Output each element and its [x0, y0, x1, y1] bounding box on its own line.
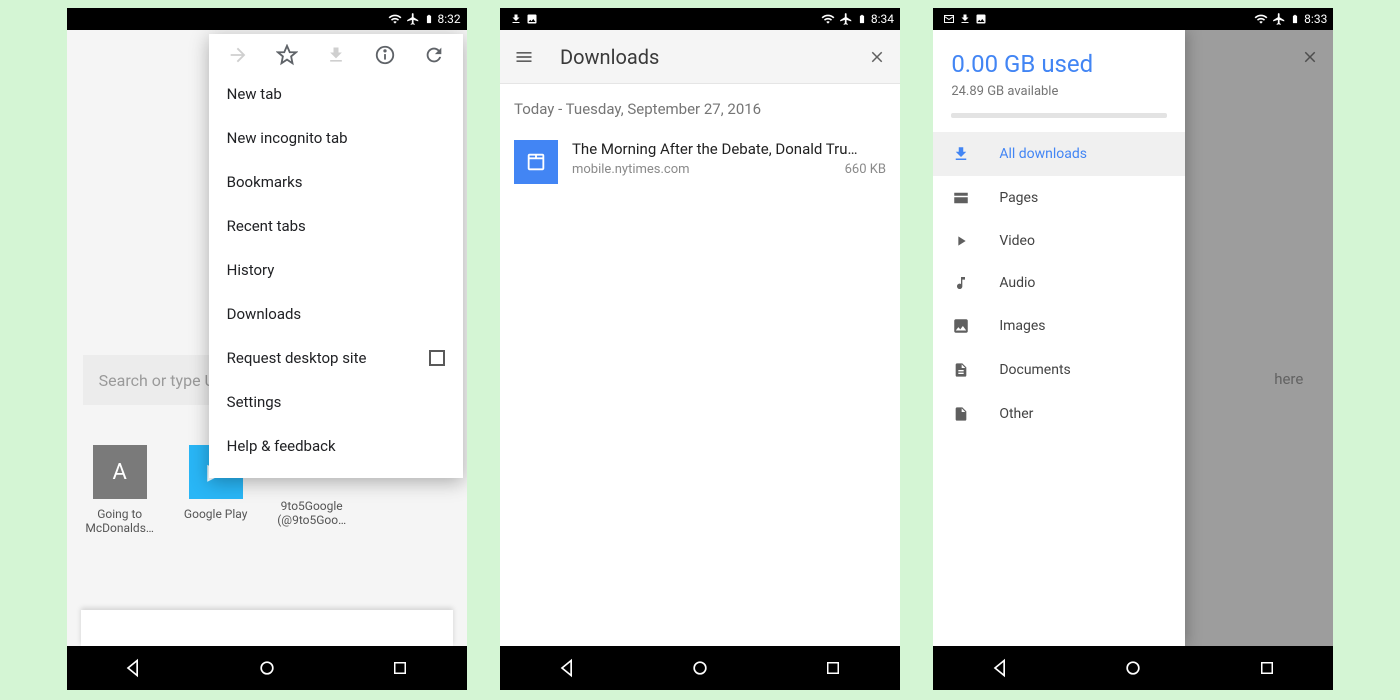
downloads-header: Downloads — [500, 30, 900, 84]
filter-all-downloads[interactable]: All downloads — [933, 132, 1185, 176]
document-icon — [951, 361, 971, 379]
wifi-icon — [821, 12, 835, 26]
wifi-icon — [388, 12, 402, 26]
phone-downloads-list: 8:34 Downloads Today - Tuesday, Septembe… — [500, 8, 900, 690]
menu-downloads[interactable]: Downloads — [209, 292, 463, 336]
download-notif-icon — [510, 13, 522, 25]
menu-recent-tabs[interactable]: Recent tabs — [209, 204, 463, 248]
download-title: The Morning After the Debate, Donald Tru… — [572, 140, 886, 158]
download-size: 660 KB — [845, 162, 886, 177]
menu-settings[interactable]: Settings — [209, 380, 463, 424]
nav-home[interactable] — [1122, 657, 1144, 679]
menu-request-desktop[interactable]: Request desktop site — [209, 336, 463, 380]
tile-label: Google Play — [181, 507, 251, 521]
tile-label: Going to McDonalds… — [85, 507, 155, 535]
filter-images[interactable]: Images — [933, 304, 1185, 348]
downloads-drawer: 0.00 GB used 24.89 GB available All down… — [933, 30, 1185, 646]
date-header: Today - Tuesday, September 27, 2016 — [500, 84, 900, 130]
menu-new-incognito[interactable]: New incognito tab — [209, 116, 463, 160]
tile-icon-letter: A — [93, 445, 147, 499]
hamburger-icon[interactable] — [514, 47, 534, 67]
nav-home[interactable] — [256, 657, 278, 679]
menu-help-feedback[interactable]: Help & feedback — [209, 424, 463, 468]
phone-chrome-menu: 8:32 ~ ~ * Search or type URL A Going to… — [67, 8, 467, 690]
android-navbar — [500, 646, 900, 690]
refresh-icon[interactable] — [423, 44, 445, 66]
star-icon[interactable] — [276, 44, 298, 66]
image-notif-icon — [975, 13, 987, 25]
tile-mcdonalds[interactable]: A Going to McDonalds… — [85, 445, 155, 535]
storage-meter — [951, 113, 1167, 118]
airplane-icon — [1272, 12, 1286, 26]
desktop-checkbox[interactable] — [429, 350, 445, 366]
nav-recents[interactable] — [1256, 657, 1278, 679]
nav-back[interactable] — [989, 657, 1011, 679]
page-thumb-icon — [514, 140, 558, 184]
gmail-notif-icon — [943, 13, 955, 25]
status-time: 8:34 — [871, 12, 894, 26]
download-host: mobile.nytimes.com — [572, 162, 690, 177]
close-icon[interactable] — [868, 48, 886, 66]
status-bar: 8:34 — [500, 8, 900, 30]
filter-documents[interactable]: Documents — [933, 348, 1185, 392]
tile-label: 9to5Google (@9to5Goo… — [277, 499, 347, 527]
audio-icon — [951, 275, 971, 291]
menu-history[interactable]: History — [209, 248, 463, 292]
nav-home[interactable] — [689, 657, 711, 679]
battery-icon — [857, 12, 867, 26]
filter-other[interactable]: Other — [933, 392, 1185, 436]
forward-icon — [227, 44, 249, 66]
menu-new-tab[interactable]: New tab — [209, 72, 463, 116]
battery-icon — [424, 12, 434, 26]
downloads-drawer-screen: here 0.00 GB used 24.89 GB available All… — [933, 30, 1333, 646]
filter-audio[interactable]: Audio — [933, 262, 1185, 304]
phone-downloads-drawer: 8:33 here 0.00 GB used 24.89 GB availabl… — [933, 8, 1333, 690]
download-notif-icon — [959, 13, 971, 25]
info-icon[interactable] — [374, 44, 396, 66]
nav-recents[interactable] — [822, 657, 844, 679]
nav-back[interactable] — [122, 657, 144, 679]
download-icon — [951, 145, 971, 163]
file-icon — [951, 405, 971, 423]
status-bar: 8:33 — [933, 8, 1333, 30]
image-notif-icon — [526, 13, 538, 25]
menu-bookmarks[interactable]: Bookmarks — [209, 160, 463, 204]
download-icon — [325, 44, 347, 66]
nav-recents[interactable] — [389, 657, 411, 679]
android-navbar — [933, 646, 1333, 690]
airplane-icon — [406, 12, 420, 26]
filter-pages[interactable]: Pages — [933, 176, 1185, 220]
overflow-menu: New tab New incognito tab Bookmarks Rece… — [209, 34, 463, 478]
download-item[interactable]: The Morning After the Debate, Donald Tru… — [500, 130, 900, 194]
downloads-screen: Downloads Today - Tuesday, September 27,… — [500, 30, 900, 646]
status-bar: 8:32 — [67, 8, 467, 30]
page-title: Downloads — [560, 45, 659, 69]
wifi-icon — [1254, 12, 1268, 26]
nav-back[interactable] — [556, 657, 578, 679]
airplane-icon — [839, 12, 853, 26]
image-icon — [951, 317, 971, 335]
page-icon — [951, 189, 971, 207]
bottom-card — [81, 610, 453, 646]
status-time: 8:32 — [438, 12, 461, 26]
filter-video[interactable]: Video — [933, 220, 1185, 262]
status-time: 8:33 — [1304, 12, 1327, 26]
chrome-ntp-screen: ~ ~ * Search or type URL A Going to McDo… — [67, 30, 467, 646]
video-icon — [951, 233, 971, 249]
android-navbar — [67, 646, 467, 690]
storage-available: 24.89 GB available — [951, 84, 1167, 99]
storage-used: 0.00 GB used — [951, 50, 1167, 78]
battery-icon — [1290, 12, 1300, 26]
